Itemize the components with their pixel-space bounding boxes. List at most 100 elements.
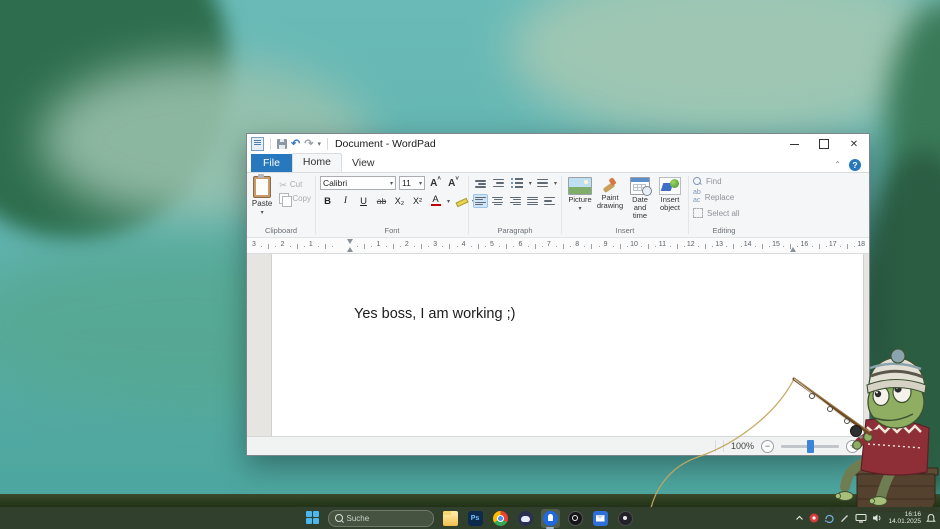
save-icon[interactable] — [277, 139, 287, 149]
picture-button[interactable]: Picture ▾ — [566, 177, 594, 225]
ruler-tick — [768, 246, 770, 247]
paint-drawing-button[interactable]: Paint drawing — [596, 177, 624, 225]
subscript-button[interactable]: X₂ — [392, 194, 407, 208]
ruler-tick — [317, 246, 319, 247]
minimize-button[interactable] — [779, 134, 809, 154]
collapse-ribbon-icon[interactable]: ⌃ — [834, 160, 841, 169]
list-button[interactable] — [509, 176, 524, 190]
chevron-down-icon[interactable]: ▾ — [388, 180, 393, 187]
ruler-tick — [332, 246, 334, 247]
taskbar-file-explorer[interactable] — [441, 509, 460, 528]
ruler[interactable]: 3 2 1 1 2 3 4 5 6 7 8 9 10 11 12 13 14 15 16 17 18 — [247, 238, 869, 254]
strikethrough-button[interactable]: ab — [374, 194, 389, 208]
replace-button[interactable]: ab ac Replace — [693, 189, 739, 205]
taskbar-mail[interactable] — [591, 509, 610, 528]
justify-button[interactable] — [525, 194, 539, 208]
ruler-tick — [626, 246, 628, 247]
cut-button[interactable]: ✂ Cut — [279, 180, 311, 189]
redo-icon[interactable]: ↷ — [304, 139, 313, 150]
highlight-button[interactable] — [453, 194, 468, 208]
ruler-tick — [477, 244, 479, 249]
background-cloud-right — [510, 0, 940, 140]
paste-dropdown-icon[interactable]: ▾ — [261, 209, 264, 216]
bold-button[interactable]: B — [320, 194, 335, 208]
qat-dropdown-icon[interactable]: ▾ — [317, 140, 321, 148]
tray-bell-icon[interactable] — [926, 513, 936, 524]
discord-icon — [517, 510, 533, 526]
line-spacing-button[interactable] — [535, 176, 550, 190]
paragraph-dialog-button[interactable] — [543, 194, 557, 208]
zoom-out-button[interactable]: − — [761, 439, 774, 453]
tray-pen-icon[interactable] — [840, 513, 850, 523]
chevron-down-icon[interactable]: ▾ — [529, 180, 532, 187]
tray-network-icon[interactable] — [855, 513, 868, 523]
zoom-in-button[interactable]: + — [846, 439, 859, 453]
insert-object-button[interactable]: Insert object — [656, 177, 684, 225]
select-all-icon — [693, 208, 703, 218]
ruler-tick — [854, 246, 856, 247]
font-family-combo[interactable]: Calibri ▾ — [320, 176, 396, 190]
taskbar-photoshop[interactable]: Ps — [466, 509, 485, 528]
taskbar-discord[interactable] — [516, 509, 535, 528]
font-color-button[interactable]: A — [428, 194, 443, 208]
search-box[interactable]: Suche — [327, 509, 434, 527]
superscript-button[interactable]: X² — [410, 194, 425, 208]
separator — [714, 440, 716, 452]
chevron-down-icon[interactable]: ▾ — [417, 180, 422, 187]
tab-home[interactable]: Home — [291, 153, 342, 172]
ruler-tick — [357, 246, 359, 247]
background-tree-right — [885, 0, 940, 260]
ruler-number: 12 — [686, 241, 695, 248]
undo-icon[interactable]: ↶ — [291, 139, 300, 150]
quick-access-toolbar: ↶ ↷ ▾ — [251, 137, 330, 151]
picture-icon — [568, 177, 592, 195]
tray-chevron-icon[interactable] — [795, 514, 804, 522]
document-page[interactable]: Yes boss, I am working ;) — [271, 254, 864, 436]
tab-file[interactable]: File — [251, 154, 292, 172]
zoom-slider[interactable] — [781, 439, 839, 453]
tray-sync-icon[interactable] — [824, 513, 835, 523]
zoom-slider-thumb[interactable] — [807, 439, 814, 453]
titlebar[interactable]: ↶ ↷ ▾ Document - WordPad ✕ — [247, 134, 869, 154]
document-text[interactable]: Yes boss, I am working ;) — [354, 306, 515, 322]
select-all-button[interactable]: Select all — [693, 208, 739, 218]
ruler-tick — [591, 244, 593, 249]
align-right-button[interactable] — [508, 194, 522, 208]
start-button[interactable] — [305, 510, 321, 526]
date-time-button[interactable]: Date and time — [626, 177, 654, 225]
taskbar-app-lightbulb[interactable] — [540, 508, 560, 529]
shrink-font-button[interactable]: A ˅ — [446, 176, 461, 190]
align-left-button[interactable] — [473, 194, 488, 208]
indent-marker[interactable] — [347, 239, 354, 252]
align-center-button[interactable] — [491, 194, 505, 208]
close-button[interactable]: ✕ — [839, 134, 869, 154]
taskbar-clock[interactable]: 16:16 14.01.2025 — [888, 511, 921, 525]
taskbar-app-dark[interactable] — [616, 509, 635, 528]
ruler-tick — [612, 246, 614, 247]
ruler-tick — [534, 244, 536, 249]
underline-button[interactable]: U — [356, 194, 371, 208]
chevron-down-icon[interactable]: ▾ — [447, 198, 450, 205]
find-icon — [693, 177, 702, 186]
maximize-button[interactable] — [809, 134, 839, 154]
decrease-indent-button[interactable] — [473, 176, 488, 190]
chevron-down-icon[interactable]: ▾ — [554, 180, 557, 187]
find-button[interactable]: Find — [693, 177, 739, 186]
wordpad-app-icon[interactable] — [251, 137, 264, 151]
copy-button[interactable]: Copy — [279, 193, 311, 207]
taskbar-chrome[interactable] — [491, 509, 510, 528]
help-icon[interactable]: ? — [849, 159, 861, 171]
tray-volume-icon[interactable] — [872, 513, 883, 523]
grow-font-button[interactable]: A ˄ — [428, 176, 443, 190]
group-editing: Find ab ac Replace Select all Editing — [689, 173, 759, 237]
chevron-down-icon[interactable]: ▾ — [578, 205, 581, 212]
tab-view[interactable]: View — [342, 155, 385, 172]
window-controls: ✕ — [779, 134, 869, 154]
italic-button[interactable]: I — [338, 194, 353, 208]
increase-indent-button[interactable] — [491, 176, 506, 190]
font-size-combo[interactable]: 11 ▾ — [399, 176, 425, 190]
ruler-tick — [761, 244, 763, 249]
tray-record-icon[interactable] — [809, 513, 819, 523]
paste-button[interactable]: Paste ▾ — [251, 174, 273, 225]
taskbar-obs[interactable] — [566, 509, 585, 528]
